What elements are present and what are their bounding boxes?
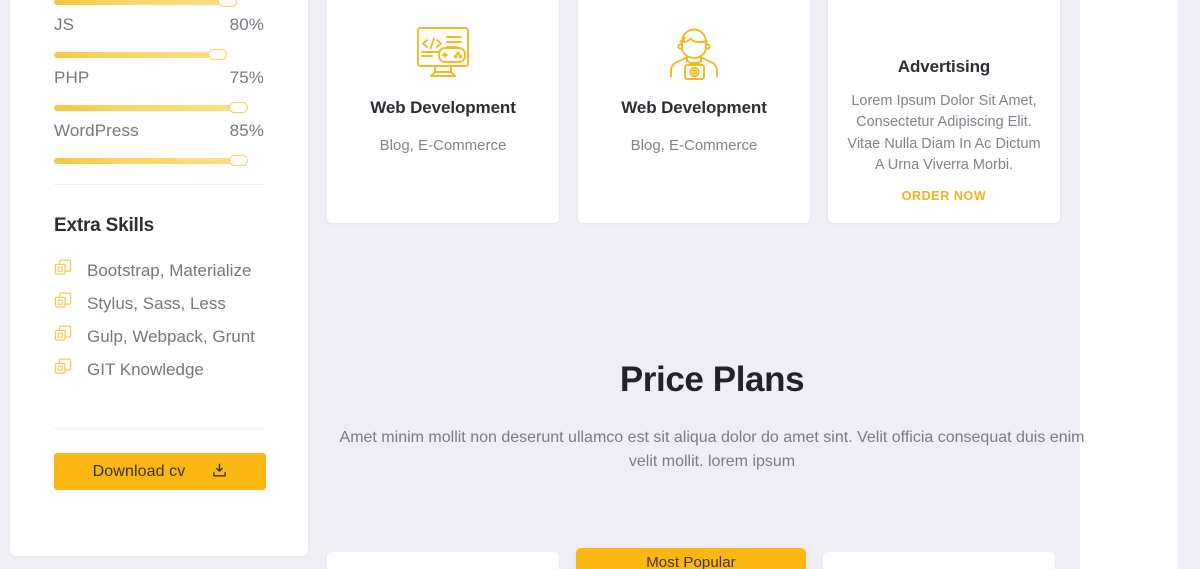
list-item: Stylus, Sass, Less	[54, 287, 264, 320]
skill-progress-fill	[54, 52, 212, 58]
skill-progress-knob[interactable]	[207, 49, 227, 60]
skill-progress-knob[interactable]	[228, 102, 248, 113]
popular-badge-label: Most Popular	[646, 553, 736, 569]
skill-name: JS	[54, 15, 75, 34]
page-root: JS 80% PHP 75% WordPress 85% Extra Skill…	[0, 0, 1200, 569]
skill-row: JS 80%	[54, 0, 264, 51]
service-body: Lorem Ipsum Dolor Sit Amet, Consectetur …	[847, 93, 1041, 173]
status-badge: Most Popular	[576, 548, 806, 569]
price-plan-card-popular[interactable]: Most Popular	[576, 548, 806, 569]
list-item: Bootstrap, Materialize	[54, 254, 264, 287]
download-icon	[212, 463, 227, 481]
skill-row: PHP 75%	[54, 49, 264, 104]
skill-progress-track	[54, 49, 264, 60]
profile-sidebar-card: JS 80% PHP 75% WordPress 85% Extra Skill…	[10, 0, 308, 556]
extra-skill-label: Gulp, Webpack, Grunt	[87, 326, 255, 346]
skill-progress-knob[interactable]	[218, 0, 237, 7]
skill-progress-track	[54, 102, 264, 113]
page-title: Price Plans	[619, 360, 805, 399]
skill-progress-track	[54, 0, 264, 7]
download-cv-button[interactable]: Download cv	[54, 453, 266, 490]
service-card-web-development-2[interactable]: Web Development Blog, E-Commerce	[578, 0, 810, 223]
skill-name: PHP	[54, 68, 90, 87]
skill-progress-knob[interactable]	[228, 155, 248, 166]
clone-icon	[54, 358, 76, 381]
extra-skills-list: Bootstrap, Materialize Stylus, Sass, Les…	[54, 254, 264, 386]
list-item: GIT Knowledge	[54, 353, 264, 386]
clone-icon	[54, 325, 76, 348]
service-title: Web Development	[621, 98, 767, 117]
skill-progress-track	[54, 155, 264, 169]
skill-percent: 85%	[229, 121, 264, 140]
download-cv-label: Download cv	[92, 462, 186, 480]
price-plan-card-basic[interactable]	[327, 552, 559, 569]
service-subtitle: Blog, E-Commerce	[379, 137, 507, 154]
service-subtitle: Blog, E-Commerce	[630, 137, 758, 154]
clone-icon	[54, 259, 76, 282]
photographer-person-icon	[596, 23, 792, 85]
extra-skills-title: Extra Skills	[54, 215, 155, 236]
price-plans-header: Price Plans Amet minim mollit non deseru…	[327, 360, 1097, 475]
skill-progress-fill	[54, 158, 233, 164]
service-title: Advertising	[897, 57, 991, 76]
monitor-code-gamepad-icon	[345, 23, 541, 85]
service-card-web-development-1[interactable]: Web Development Blog, E-Commerce	[327, 0, 559, 223]
skill-progress-fill	[54, 105, 233, 111]
skill-meta: PHP 75%	[54, 68, 264, 88]
skill-meta: WordPress 85%	[54, 121, 264, 141]
skill-progress-fill	[54, 0, 222, 5]
skill-name: WordPress	[54, 121, 139, 140]
skill-row: WordPress 85%	[54, 102, 264, 157]
clone-icon	[54, 292, 76, 315]
price-plan-card-premium[interactable]	[823, 552, 1055, 569]
skill-percent: 75%	[229, 68, 264, 87]
service-title: Web Development	[370, 98, 516, 117]
list-item: Gulp, Webpack, Grunt	[54, 320, 264, 353]
extra-skill-label: Stylus, Sass, Less	[87, 293, 226, 313]
page-right-sheet	[1080, 0, 1178, 569]
extra-skill-label: Bootstrap, Materialize	[87, 260, 252, 280]
divider	[54, 184, 264, 185]
skills-section: JS 80% PHP 75% WordPress 85%	[54, 0, 264, 169]
skill-meta: JS 80%	[54, 15, 264, 35]
skill-percent: 80%	[229, 15, 264, 34]
order-now-link[interactable]: ORDER NOW	[902, 189, 987, 203]
divider	[54, 428, 264, 429]
extra-skill-label: GIT Knowledge	[87, 359, 204, 379]
service-card-advertising[interactable]: Advertising Lorem Ipsum Dolor Sit Amet, …	[828, 0, 1060, 223]
price-plans-subtitle: Amet minim mollit non deserunt ullamco e…	[339, 429, 1085, 471]
